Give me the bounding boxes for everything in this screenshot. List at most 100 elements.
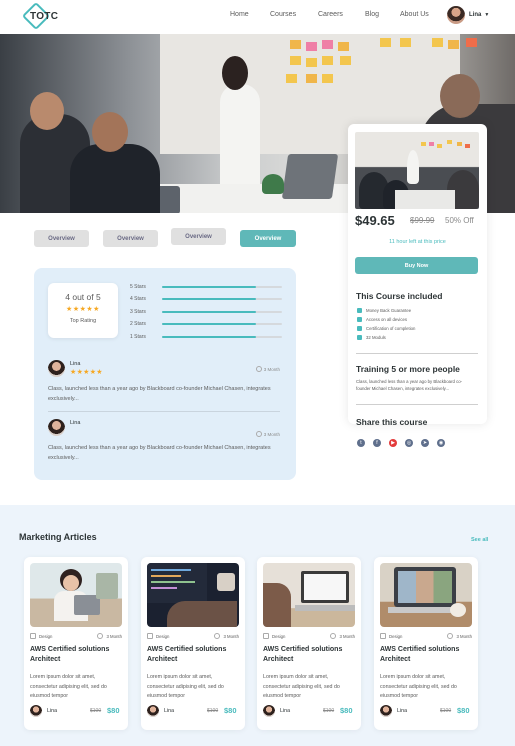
messenger-icon[interactable]: ◉ bbox=[437, 439, 445, 447]
buy-now-button[interactable]: Buy Now bbox=[355, 257, 478, 274]
article-title[interactable]: AWS Certified solutions Architect bbox=[30, 645, 122, 665]
rating-bar-fill bbox=[162, 297, 256, 301]
review-item: Lina 3 Month Class, launched less than a… bbox=[48, 419, 280, 463]
nav-link-home[interactable]: Home bbox=[230, 11, 249, 18]
article-title[interactable]: AWS Certified solutions Architect bbox=[147, 645, 239, 665]
rating-bar-row: 4 Stars bbox=[130, 295, 285, 303]
included-item: Certification of completion bbox=[357, 326, 415, 331]
article-price: $80 bbox=[224, 706, 237, 715]
tab-overview-2[interactable]: Overview bbox=[103, 230, 158, 247]
article-excerpt: Lorem ipsum dolor sit amet, consectetur … bbox=[263, 674, 340, 699]
rating-bar-label: 2 Stars bbox=[130, 321, 146, 327]
article-category-label: Design bbox=[39, 633, 53, 639]
rating-summary-card: 4 out of 5 ★★★★★ Top Rating bbox=[48, 283, 118, 338]
articles-section: Marketing Articles See all Design 3 Mont… bbox=[0, 505, 515, 746]
user-name: Lina bbox=[469, 12, 482, 18]
instagram-icon[interactable]: ◎ bbox=[405, 439, 413, 447]
article-excerpt: Lorem ipsum dolor sit amet, consectetur … bbox=[380, 674, 457, 699]
article-card[interactable]: Design 3 Month AWS Certified solutions A… bbox=[141, 557, 245, 730]
article-image bbox=[147, 563, 239, 627]
article-image bbox=[30, 563, 122, 627]
rating-bar-row: 5 Stars bbox=[130, 283, 285, 291]
youtube-icon[interactable]: ▶ bbox=[389, 439, 397, 447]
avatar bbox=[263, 705, 275, 717]
article-duration-label: 3 Month bbox=[339, 633, 355, 639]
time-left-text: 11 hour left at this price bbox=[389, 239, 446, 245]
rating-stars: ★★★★★ bbox=[66, 306, 100, 313]
rating-bar-fill bbox=[162, 335, 256, 339]
certificate-icon bbox=[357, 326, 362, 331]
review-stars: ★★★★★ bbox=[70, 369, 103, 376]
review-time-text: 3 Month bbox=[263, 431, 280, 437]
articles-title: Marketing Articles bbox=[19, 532, 97, 542]
facebook-icon[interactable]: f bbox=[373, 439, 381, 447]
top-nav: TOTC Home Courses Careers Blog About Us … bbox=[0, 0, 515, 34]
article-duration-label: 3 Month bbox=[223, 633, 239, 639]
review-author: Lina bbox=[70, 420, 81, 426]
article-title[interactable]: AWS Certified solutions Architect bbox=[263, 645, 355, 665]
included-item: 32 Moduls bbox=[357, 335, 386, 340]
article-card[interactable]: Design 3 Month AWS Certified solutions A… bbox=[257, 557, 361, 730]
article-title[interactable]: AWS Certified solutions Architect bbox=[380, 645, 472, 665]
category-icon bbox=[30, 633, 36, 639]
rating-bar-label: 1 Stars bbox=[130, 334, 146, 340]
article-duration-label: 3 Month bbox=[106, 633, 122, 639]
review-text: Class, launched less than a year ago by … bbox=[48, 445, 271, 461]
avatar bbox=[48, 419, 65, 436]
nav-link-blog[interactable]: Blog bbox=[365, 11, 379, 18]
article-category-label: Design bbox=[156, 633, 170, 639]
included-item: Access on all devices bbox=[357, 317, 407, 322]
article-price: $80 bbox=[457, 706, 470, 715]
avatar bbox=[30, 705, 42, 717]
clock-icon bbox=[330, 633, 337, 639]
tab-overview-1[interactable]: Overview bbox=[34, 230, 89, 247]
nav-link-courses[interactable]: Courses bbox=[270, 11, 296, 18]
article-card[interactable]: Design 3 Month AWS Certified solutions A… bbox=[374, 557, 478, 730]
training-text: Class, launched less than a year ago by … bbox=[356, 379, 463, 391]
telegram-icon[interactable]: ➤ bbox=[421, 439, 429, 447]
article-price: $80 bbox=[107, 706, 120, 715]
clock-icon bbox=[97, 633, 104, 639]
category-icon bbox=[147, 633, 153, 639]
article-footer: Lina $100 $80 bbox=[380, 705, 472, 719]
clock-icon bbox=[214, 633, 221, 639]
discount-badge: 50% Off bbox=[445, 216, 474, 225]
training-title: Training 5 or more people bbox=[356, 364, 460, 374]
article-category-label: Design bbox=[389, 633, 403, 639]
article-category-label: Design bbox=[272, 633, 286, 639]
clock-icon bbox=[447, 633, 454, 639]
user-menu[interactable]: Lina ▼ bbox=[447, 6, 489, 24]
divider bbox=[356, 404, 478, 405]
nav-link-about-us[interactable]: About Us bbox=[400, 11, 429, 18]
clock-icon bbox=[255, 431, 262, 437]
article-author: Lina bbox=[164, 708, 175, 714]
article-card[interactable]: Design 3 Month AWS Certified solutions A… bbox=[24, 557, 128, 730]
tab-overview-active[interactable]: Overview bbox=[240, 230, 296, 247]
review-item: Lina ★★★★★ 3 Month Class, launched less … bbox=[48, 360, 280, 404]
review-time: 3 Month bbox=[255, 366, 280, 372]
tab-overview-3[interactable]: Overview bbox=[171, 228, 226, 245]
nav-link-careers[interactable]: Careers bbox=[318, 11, 343, 18]
included-item-label: Access on all devices bbox=[366, 317, 408, 322]
included-item-label: Certification of completion bbox=[366, 326, 416, 331]
rating-summary: 4 out of 5 bbox=[65, 292, 101, 302]
see-all-link[interactable]: See all bbox=[471, 537, 488, 543]
article-category: Design bbox=[380, 633, 402, 639]
rating-bar-track bbox=[162, 285, 282, 289]
rating-bar-fill bbox=[162, 285, 256, 289]
article-category: Design bbox=[147, 633, 169, 639]
article-excerpt: Lorem ipsum dolor sit amet, consectetur … bbox=[30, 674, 107, 699]
rating-bar-track bbox=[162, 322, 282, 326]
avatar bbox=[48, 360, 65, 377]
logo[interactable]: TOTC bbox=[21, 1, 58, 31]
avatar bbox=[447, 6, 465, 24]
rating-bar-track bbox=[162, 297, 282, 301]
rating-bar-label: 4 Stars bbox=[130, 296, 146, 302]
review-text: Class, launched less than a year ago by … bbox=[48, 386, 271, 402]
category-icon bbox=[380, 633, 386, 639]
avatar bbox=[380, 705, 392, 717]
rating-bar-track bbox=[162, 335, 282, 339]
article-image bbox=[380, 563, 472, 627]
article-duration: 3 Month bbox=[97, 633, 122, 639]
twitter-icon[interactable]: t bbox=[357, 439, 365, 447]
